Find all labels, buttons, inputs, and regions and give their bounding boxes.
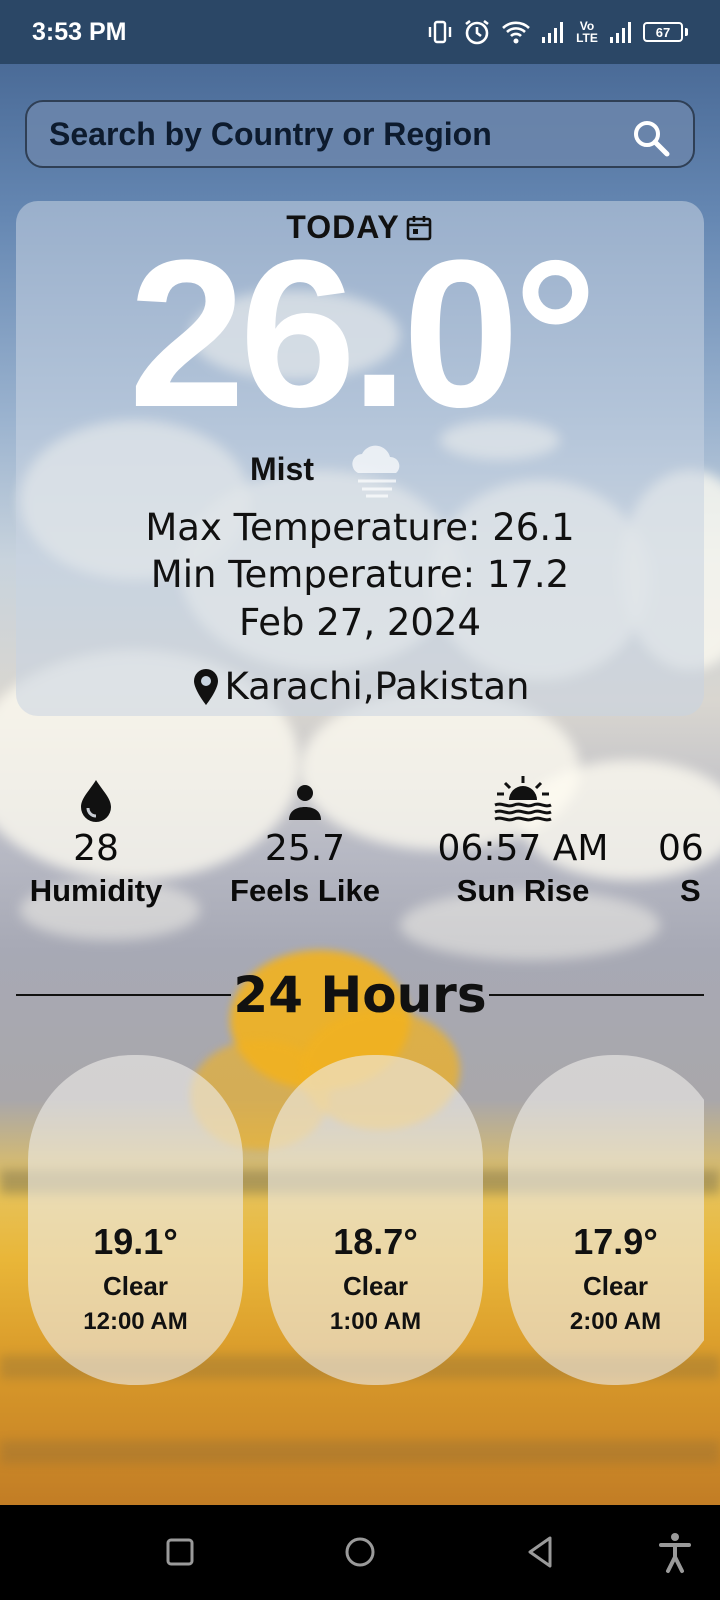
hourly-title: 24 Hours xyxy=(233,966,487,1024)
feels-like-label: Feels Like xyxy=(230,873,380,908)
hourly-section-header: 24 Hours xyxy=(16,965,705,1025)
min-temperature: Min Temperature: 17.2 xyxy=(150,553,570,596)
sunset-label: S xyxy=(680,873,701,908)
location-row: Karachi,Pakistan xyxy=(16,665,704,708)
search-bar[interactable] xyxy=(25,100,695,168)
today-card: TODAY 26.0° Mist Max Temperature: 26.1 M… xyxy=(16,201,704,716)
divider xyxy=(16,994,232,996)
weather-app-screen: 3:53 PM Vo LTE 67 TODAY 26.0° Mist xyxy=(0,0,720,1600)
max-temperature: Max Temperature: 26.1 xyxy=(145,506,575,549)
water-drop-icon xyxy=(81,780,111,822)
vibrate-icon xyxy=(428,20,452,44)
divider xyxy=(488,994,705,996)
battery-icon: 67 xyxy=(643,22,688,42)
humidity-stat: 28 Humidity xyxy=(10,776,182,909)
hourly-temp: 18.7° xyxy=(333,1221,418,1262)
current-date: Feb 27, 2024 xyxy=(238,601,482,644)
hourly-forecast-list[interactable]: 19.1° Clear 12:00 AM 18.7° Clear 1:00 AM… xyxy=(0,1055,704,1385)
humidity-label: Humidity xyxy=(29,873,163,908)
feels-like-stat: 25.7 Feels Like xyxy=(212,776,398,909)
sunrise-icon xyxy=(494,776,552,822)
accessibility-icon[interactable] xyxy=(658,1532,692,1574)
back-button[interactable] xyxy=(524,1532,556,1574)
signal-icon xyxy=(542,22,563,43)
signal-icon xyxy=(610,22,631,43)
hourly-time: 12:00 AM xyxy=(83,1308,188,1335)
hourly-card[interactable]: 18.7° Clear 1:00 AM xyxy=(268,1055,483,1385)
sunset-stat: 06 S xyxy=(650,776,720,909)
hourly-condition: Clear xyxy=(342,1271,409,1301)
hourly-temp: 17.9° xyxy=(573,1221,658,1262)
humidity-value: 28 xyxy=(73,828,119,869)
moon-icon xyxy=(606,1159,623,1191)
hourly-time: 1:00 AM xyxy=(329,1308,422,1335)
alarm-icon xyxy=(465,19,489,45)
moon-icon xyxy=(366,1159,383,1191)
hourly-condition: Clear xyxy=(102,1271,169,1301)
feels-like-value: 25.7 xyxy=(264,828,346,869)
sunrise-value: 06:57 AM xyxy=(437,828,609,869)
current-temperature: 26.0° xyxy=(128,216,598,451)
search-input[interactable] xyxy=(49,115,631,153)
volte-icon: Vo LTE xyxy=(576,19,598,45)
person-icon xyxy=(289,785,321,820)
location-label: Karachi,Pakistan xyxy=(224,665,530,708)
battery-level: 67 xyxy=(655,24,671,40)
status-bar: 3:53 PM Vo LTE 67 xyxy=(0,0,720,64)
condition-label: Mist xyxy=(250,450,314,487)
mist-icon xyxy=(352,445,400,498)
hourly-card[interactable]: 17.9° Clear 2:00 AM xyxy=(508,1055,704,1385)
system-navigation-bar xyxy=(0,1505,720,1600)
recents-button[interactable] xyxy=(166,1532,194,1574)
status-time: 3:53 PM xyxy=(32,17,127,46)
sunrise-label: Sun Rise xyxy=(456,873,590,908)
condition-row: Mist xyxy=(16,439,704,499)
wifi-icon xyxy=(502,21,530,44)
search-icon[interactable] xyxy=(631,118,671,158)
hourly-condition: Clear xyxy=(582,1271,649,1301)
status-icons: Vo LTE 67 xyxy=(427,18,688,46)
home-button[interactable] xyxy=(344,1532,376,1574)
location-pin-icon xyxy=(193,668,218,705)
moon-icon xyxy=(126,1159,143,1191)
hourly-card[interactable]: 19.1° Clear 12:00 AM xyxy=(28,1055,243,1385)
sunrise-stat: 06:57 AM Sun Rise xyxy=(428,776,618,909)
hourly-temp: 19.1° xyxy=(93,1221,178,1262)
hourly-time: 2:00 AM xyxy=(569,1308,662,1335)
sunset-value: 06 xyxy=(658,828,704,869)
